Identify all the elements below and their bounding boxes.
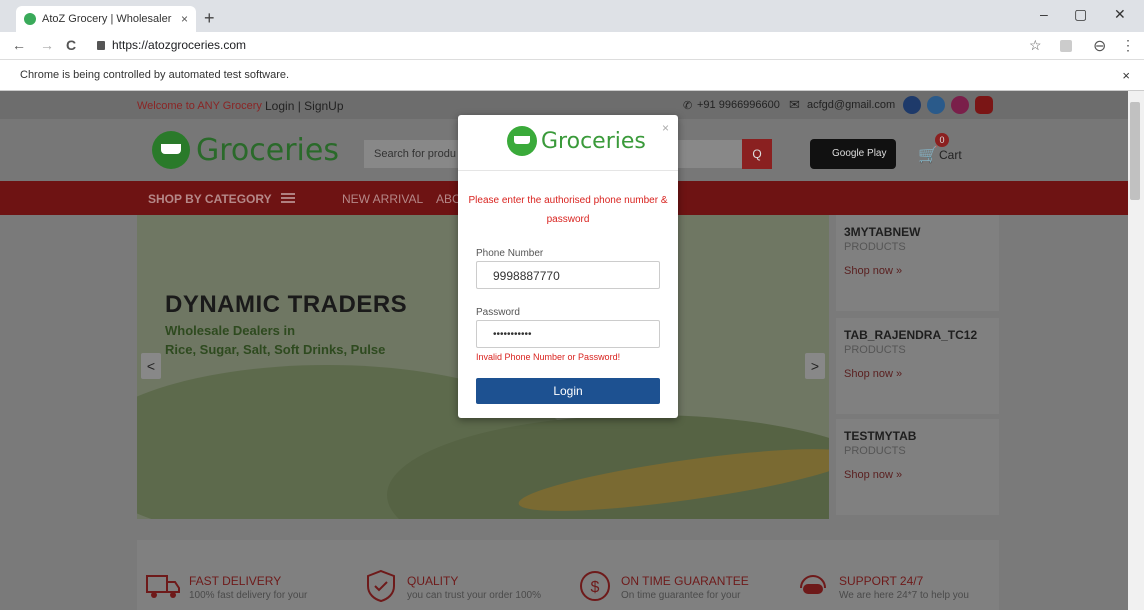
shop-now-link[interactable]: Shop now »: [844, 265, 902, 277]
minimize-icon[interactable]: –: [1040, 6, 1048, 22]
banner-prev-arrow[interactable]: <: [141, 353, 161, 379]
product-subtitle: PRODUCTS: [844, 241, 906, 253]
password-input[interactable]: •••••••••••: [476, 320, 660, 348]
url-field[interactable]: https://atozgroceries.com: [112, 38, 246, 52]
login-signup-link[interactable]: Login | SignUp: [265, 99, 344, 113]
new-tab-icon[interactable]: +: [204, 8, 215, 29]
phone-number-label: Phone Number: [476, 248, 544, 259]
shop-now-link[interactable]: Shop now »: [844, 368, 902, 380]
banner-subtitle: Wholesale Dealers in: [165, 323, 296, 338]
cart-label[interactable]: Cart: [939, 148, 962, 162]
infobar-close-icon[interactable]: ×: [1122, 68, 1130, 83]
shop-by-category-menu[interactable]: SHOP BY CATEGORY: [148, 192, 272, 206]
product-subtitle: PRODUCTS: [844, 344, 906, 356]
google-play-button[interactable]: Google Play: [810, 139, 896, 169]
instagram-icon[interactable]: [951, 96, 969, 114]
modal-divider: [458, 170, 678, 171]
feature-title: FAST DELIVERY: [189, 574, 282, 588]
tab-close-icon[interactable]: ×: [181, 12, 188, 26]
extension-icon[interactable]: [1060, 40, 1072, 52]
logo-text: Groceries: [196, 132, 339, 168]
phone-number-input[interactable]: 9998887770: [476, 261, 660, 289]
feature-desc: We are here 24*7 to help you: [839, 590, 969, 601]
browser-tabstrip: AtoZ Grocery | Wholesaler in Ban × + – ▢…: [0, 0, 1144, 32]
email-text: acfgd@gmail.com: [807, 99, 896, 111]
svg-text:$: $: [591, 579, 600, 596]
lock-icon: [97, 41, 105, 50]
site-logo[interactable]: Groceries: [152, 131, 339, 169]
modal-close-icon[interactable]: ×: [662, 121, 669, 135]
forward-icon[interactable]: →: [40, 37, 54, 53]
password-label: Password: [476, 307, 520, 318]
cart-logo-icon: [152, 131, 190, 169]
menu-new-arrival[interactable]: NEW ARRIVAL: [342, 192, 423, 206]
mail-icon: ✉: [789, 97, 800, 112]
banner-next-arrow[interactable]: >: [805, 353, 825, 379]
banner-products: Rice, Sugar, Salt, Soft Drinks, Pulse: [165, 342, 386, 357]
maximize-icon[interactable]: ▢: [1074, 6, 1087, 23]
window-close-icon[interactable]: ✕: [1114, 6, 1126, 23]
browser-tab[interactable]: AtoZ Grocery | Wholesaler in Ban ×: [16, 6, 196, 32]
shield-check-icon: [367, 569, 395, 603]
product-subtitle: PRODUCTS: [844, 445, 906, 457]
phone-icon: ✆: [683, 100, 693, 112]
feature-desc: 100% fast delivery for your: [189, 590, 308, 601]
feature-title: ON TIME GUARANTEE: [621, 574, 749, 588]
product-title: TAB_RAJENDRA_TC12: [844, 328, 978, 342]
address-toolbar: ← → C https://atozgroceries.com ☆ ⊖ ⋮: [0, 32, 1144, 60]
reload-icon[interactable]: C: [66, 37, 76, 53]
twitter-icon[interactable]: [927, 96, 945, 114]
chrome-menu-icon[interactable]: ⋮: [1121, 37, 1135, 54]
tab-title: AtoZ Grocery | Wholesaler in Ban: [42, 13, 175, 25]
facebook-icon[interactable]: [903, 96, 921, 114]
search-button[interactable]: Q: [742, 139, 772, 169]
back-icon[interactable]: ←: [12, 37, 26, 53]
phone-text: +91 9966996600: [697, 99, 780, 111]
login-modal: Groceries × Please enter the authorised …: [458, 115, 678, 418]
login-instruction-message: Please enter the authorised phone number…: [468, 195, 668, 225]
login-button[interactable]: Login: [476, 378, 660, 404]
hamburger-icon[interactable]: [281, 193, 295, 203]
profile-icon[interactable]: ⊖: [1093, 36, 1106, 56]
modal-logo-text: Groceries: [541, 128, 646, 154]
side-product-card[interactable]: TESTMYTAB PRODUCTS Shop now »: [836, 419, 999, 515]
cart-logo-icon: [507, 126, 537, 156]
welcome-text: Welcome to ANY Grocery: [137, 100, 262, 112]
side-product-card[interactable]: TAB_RAJENDRA_TC12 PRODUCTS Shop now »: [836, 318, 999, 414]
infobar-text: Chrome is being controlled by automated …: [20, 69, 290, 81]
truck-icon: [146, 575, 180, 598]
menu-about[interactable]: ABC: [436, 192, 461, 206]
search-placeholder: Search for produ: [374, 148, 456, 160]
features-strip: FAST DELIVERY 100% fast delivery for you…: [137, 540, 999, 610]
feature-title: SUPPORT 24/7: [839, 574, 924, 588]
automation-infobar: Chrome is being controlled by automated …: [0, 61, 1144, 91]
side-product-card[interactable]: 3MYTABNEW PRODUCTS Shop now »: [836, 215, 999, 311]
feature-desc: you can trust your order 100%: [407, 590, 541, 601]
modal-logo: Groceries: [507, 126, 646, 156]
youtube-icon[interactable]: [975, 96, 993, 114]
product-title: 3MYTABNEW: [844, 225, 921, 239]
product-title: TESTMYTAB: [844, 429, 917, 443]
banner-title: DYNAMIC TRADERS: [165, 291, 408, 318]
feature-title: QUALITY: [407, 574, 459, 588]
dollar-clock-icon: $: [580, 571, 610, 601]
login-error-message: Invalid Phone Number or Password!: [476, 352, 621, 362]
shop-now-link[interactable]: Shop now »: [844, 469, 902, 481]
support-24h-icon: [800, 575, 826, 594]
bookmark-star-icon[interactable]: ☆: [1029, 37, 1042, 54]
favicon-icon: [24, 13, 36, 25]
cart-icon[interactable]: 🛒: [918, 145, 938, 165]
scrollbar-thumb[interactable]: [1130, 102, 1140, 200]
feature-desc: On time guarantee for your: [621, 590, 741, 601]
